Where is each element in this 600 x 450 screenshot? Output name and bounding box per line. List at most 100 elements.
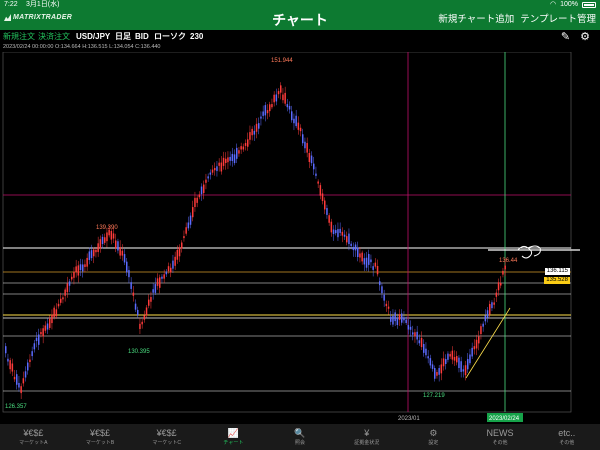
- candle-body-7: [20, 386, 22, 394]
- candle-body-116: [260, 116, 262, 119]
- candle-body-192: [427, 356, 429, 359]
- candle-body-70: [159, 277, 161, 288]
- candle-body-214: [475, 339, 478, 349]
- candle-body-40: [93, 249, 95, 257]
- candle-body-172: [383, 294, 385, 301]
- candle-body-46: [106, 232, 108, 242]
- candle-body-33: [77, 265, 80, 276]
- candle-body-44: [101, 236, 104, 245]
- candle-body-196: [436, 372, 438, 376]
- candle-body-166: [370, 259, 372, 263]
- candle-body-58: [132, 292, 135, 296]
- candle-body-68: [154, 284, 157, 293]
- tab-settings[interactable]: ⚙ 設定: [400, 424, 467, 450]
- candle-body-203: [451, 350, 454, 360]
- chart-type-selector[interactable]: ローソク: [154, 30, 186, 44]
- candle-body-97: [218, 162, 220, 166]
- candle-body-163: [363, 258, 366, 265]
- candle-count-selector[interactable]: 230: [190, 30, 203, 44]
- tab-label: 証拠金状況: [354, 440, 380, 446]
- candle-body-159: [354, 244, 357, 251]
- pair-selector[interactable]: USD/JPY: [76, 30, 110, 44]
- label-left-low: 126.357: [5, 404, 27, 410]
- settle-order-button[interactable]: 決済注文: [38, 30, 70, 44]
- candle-body-24: [57, 303, 60, 307]
- side-selector[interactable]: BID: [135, 30, 149, 44]
- timeframe-selector[interactable]: 日足: [115, 30, 131, 44]
- chart-icon: 📈: [227, 428, 239, 438]
- candle-body-12: [31, 351, 33, 357]
- candle-body-55: [126, 261, 128, 273]
- tab-inquiry[interactable]: 🔍 照会: [267, 424, 334, 450]
- tab-market-a[interactable]: ¥€$£ マーケットA: [0, 424, 67, 450]
- candle-body-184: [409, 326, 412, 330]
- candle-body-224: [497, 282, 500, 291]
- candle-body-161: [359, 253, 361, 258]
- candle-body-153: [341, 231, 344, 236]
- candle-body-13: [33, 343, 36, 350]
- candle-body-86: [194, 197, 196, 207]
- candle-body-127: [284, 92, 286, 104]
- candle-body-89: [200, 186, 203, 195]
- candle-body-176: [392, 315, 394, 325]
- tab-label: マーケットB: [85, 440, 115, 446]
- candle-body-171: [381, 286, 383, 294]
- candle-body-26: [62, 297, 64, 300]
- candle-body-39: [90, 250, 93, 259]
- tab-market-b[interactable]: ¥€$£ マーケットB: [67, 424, 134, 450]
- candle-body-211: [469, 354, 471, 364]
- currency-icon: ¥€$£: [89, 428, 111, 438]
- tab-etc[interactable]: etc.. その他: [533, 424, 600, 450]
- candle-body-29: [68, 281, 71, 286]
- candle-body-36: [84, 264, 86, 267]
- candle-body-201: [447, 353, 449, 360]
- candle-body-38: [88, 251, 91, 260]
- candle-body-69: [156, 278, 159, 286]
- candle-body-113: [253, 130, 256, 135]
- status-bar: 7:22 3月1日(水) ◠ 100%: [0, 0, 600, 10]
- candle-body-107: [240, 146, 242, 150]
- new-order-button[interactable]: 新規注文: [3, 30, 35, 44]
- candle-body-9: [24, 371, 27, 378]
- label-high: 151.944: [271, 58, 293, 64]
- tab-market-c[interactable]: ¥€$£ マーケットC: [133, 424, 200, 450]
- candle-body-216: [480, 326, 482, 335]
- candle-body-160: [357, 247, 359, 257]
- app-logo: MATRIXTRADER: [4, 14, 72, 21]
- candle-body-103: [231, 153, 234, 161]
- candle-body-87: [196, 197, 198, 203]
- candle-body-195: [434, 368, 436, 379]
- tab-bar: ¥€$£ マーケットA ¥€$£ マーケットB ¥€$£ マーケットC 📈 チャート 🔍 照会 ¥ 証…: [0, 424, 600, 450]
- candle-body-142: [317, 181, 319, 184]
- candle-body-143: [319, 185, 322, 196]
- candle-body-124: [277, 91, 280, 95]
- gear-icon[interactable]: ⚙: [580, 30, 590, 44]
- candle-body-202: [449, 354, 451, 357]
- add-chart-button[interactable]: 新規チャート追加: [438, 10, 514, 30]
- candle-body-223: [495, 292, 498, 297]
- candle-body-102: [229, 156, 231, 161]
- candle-body-227: [504, 265, 506, 270]
- candle-body-85: [192, 207, 194, 218]
- candle-body-14: [35, 337, 38, 342]
- candle-body-156: [348, 233, 350, 245]
- candle-body-5: [16, 374, 18, 385]
- pencil-icon[interactable]: ✎: [561, 30, 570, 44]
- tab-chart[interactable]: 📈 チャート: [200, 424, 267, 450]
- candle-body-34: [79, 264, 82, 271]
- label-last: 136.44: [499, 258, 518, 264]
- wifi-icon: ◠: [549, 1, 557, 8]
- candle-body-106: [238, 150, 240, 154]
- candle-body-194: [431, 364, 434, 369]
- battery-percent: 100%: [560, 1, 578, 8]
- candle-body-147: [328, 215, 330, 223]
- gear-icon: ⚙: [429, 428, 438, 438]
- candle-body-157: [350, 243, 352, 246]
- candle-body-42: [97, 243, 99, 252]
- template-manage-button[interactable]: テンプレート管理: [520, 10, 596, 30]
- price-chart[interactable]: 151.944 139.390 130.395 126.357 127.219 …: [0, 52, 600, 424]
- candle-body-208: [462, 369, 465, 372]
- tab-news[interactable]: NEWS その他: [467, 424, 534, 450]
- candle-body-217: [482, 323, 484, 327]
- tab-margin[interactable]: ¥ 証拠金状況: [333, 424, 400, 450]
